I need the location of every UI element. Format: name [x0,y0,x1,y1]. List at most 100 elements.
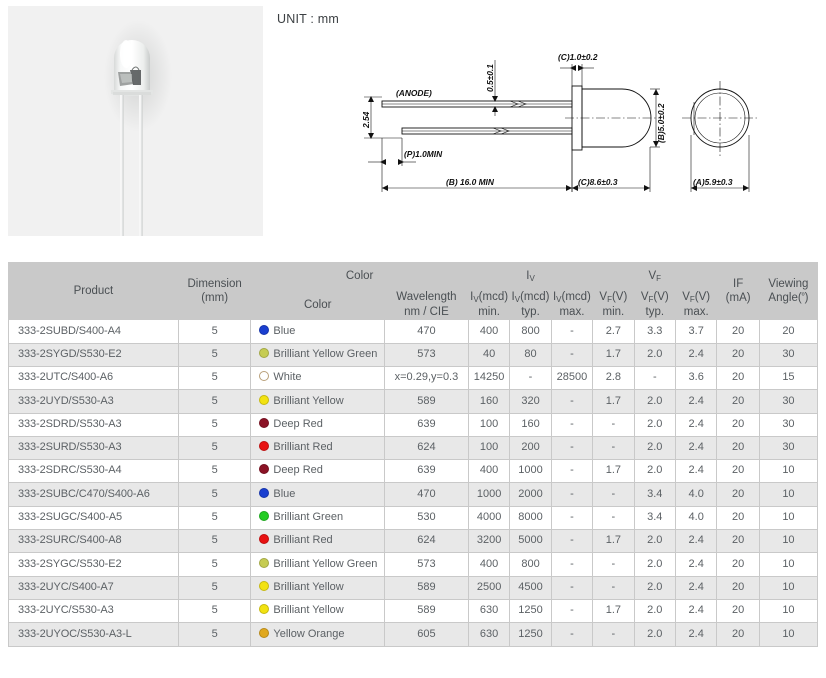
cell-wavelength: 470 [384,320,468,343]
vf-typ-unit: (V) [653,291,668,303]
iv-min-qualifier: min. [478,306,500,318]
cell-vf-max: 4.0 [675,506,716,529]
cell-product: 333-2SDRC/S530-A4 [9,460,179,483]
cell-viewing-angle: 10 [759,576,817,599]
top-section: UNIT : mm [0,0,826,250]
table-row[interactable]: 333-2SUBD/S400-A45Blue470400800-2.73.33.… [9,320,818,343]
cell-iv-max: - [551,460,592,483]
cell-vf-max: 2.4 [675,576,716,599]
cell-iv-min: 3200 [468,530,509,553]
color-label: Brilliant Green [273,511,343,523]
vf-max-qualifier: max. [684,306,709,318]
vf-min-unit: (V) [612,291,627,303]
color-swatch-icon [259,488,269,498]
cell-wavelength: 589 [384,576,468,599]
cell-vf-typ: 2.0 [634,553,675,576]
cell-wavelength: 530 [384,506,468,529]
mechanical-drawing: 2.54 (ANODE) 0.5±0.1 (P)1.0MIN [360,40,826,230]
cell-wavelength: 639 [384,413,468,436]
cell-iv-typ: 800 [510,553,551,576]
dim-lead-thickness: 0.5±0.1 [485,64,495,92]
viewing-label-close: ) [805,292,809,304]
cell-iv-max: - [551,320,592,343]
datasheet-page: UNIT : mm [0,0,826,678]
cell-if: 20 [717,483,759,506]
table-row[interactable]: 333-2UYOC/S530-A3-L5Yellow Orange6056301… [9,623,818,646]
cell-dimension: 5 [178,506,251,529]
cell-vf-min: 2.8 [593,366,634,389]
if-label-line1: IF [733,278,743,290]
cell-iv-min: 100 [468,436,509,459]
table-row[interactable]: 333-2SURC/S400-A85Brilliant Red624320050… [9,530,818,553]
cell-viewing-angle: 15 [759,366,817,389]
vf-typ-qualifier: typ. [646,306,665,318]
table-row[interactable]: 333-2SDRD/S530-A35Deep Red639100160--2.0… [9,413,818,436]
cell-if: 20 [717,413,759,436]
iv-typ-qualifier: typ. [521,306,540,318]
color-swatch-icon [259,348,269,358]
color-swatch-icon [259,441,269,451]
col-vf-typ: VF(V) typ. [634,290,675,320]
cell-vf-typ: - [634,366,675,389]
vf-group-main: V [648,270,656,282]
table-row[interactable]: 333-2UTC/S400-A65Whitex=0.29,y=0.314250-… [9,366,818,389]
table-row[interactable]: 333-2SDRC/S530-A45Deep Red6394001000-1.7… [9,460,818,483]
cell-product: 333-2UTC/S400-A6 [9,366,179,389]
col-color: Color [251,290,385,320]
table-row[interactable]: 333-2SYGD/S530-E25Brilliant Yellow Green… [9,343,818,366]
cell-vf-typ: 2.0 [634,576,675,599]
cell-color: Brilliant Yellow [251,599,385,622]
cell-product: 333-2UYD/S530-A3 [9,390,179,413]
cell-vf-typ: 2.0 [634,623,675,646]
cell-if: 20 [717,530,759,553]
cell-if: 20 [717,576,759,599]
cell-vf-min: - [593,553,634,576]
dim-c-flange: (C)1.0±0.2 [558,52,598,62]
cell-iv-typ: 1250 [510,623,551,646]
cell-iv-max: 28500 [551,366,592,389]
iv-group-sub: V [529,274,534,283]
table-row[interactable]: 333-2SYGC/S530-E25Brilliant Yellow Green… [9,553,818,576]
iv-max-qualifier: max. [559,306,584,318]
table-row[interactable]: 333-2UYC/S530-A35Brilliant Yellow5896301… [9,599,818,622]
cell-vf-min: 1.7 [593,390,634,413]
cell-vf-min: 1.7 [593,460,634,483]
cell-color: Yellow Orange [251,623,385,646]
cell-iv-max: - [551,506,592,529]
cell-iv-typ: 160 [510,413,551,436]
cell-iv-min: 400 [468,320,509,343]
color-label: Brilliant Red [273,441,332,453]
cell-product: 333-2SUGC/S400-A5 [9,506,179,529]
color-label: Blue [273,488,295,500]
cell-vf-typ: 2.0 [634,460,675,483]
color-label: White [273,371,301,383]
cell-vf-min: - [593,623,634,646]
color-label: Yellow Orange [273,628,344,640]
dim-c-body: (C)8.6±0.3 [578,177,618,187]
cell-vf-typ: 2.0 [634,599,675,622]
table-row[interactable]: 333-2SUGC/S400-A55Brilliant Green5304000… [9,506,818,529]
table-row[interactable]: 333-2UYC/S400-A75Brilliant Yellow5892500… [9,576,818,599]
color-swatch-icon [259,558,269,568]
cell-vf-max: 2.4 [675,460,716,483]
table-row[interactable]: 333-2UYD/S530-A35Brilliant Yellow5891603… [9,390,818,413]
cell-if: 20 [717,390,759,413]
col-iv-typ: IV(mcd) typ. [510,290,551,320]
cell-iv-typ: 2000 [510,483,551,506]
cell-iv-max: - [551,599,592,622]
cell-color: Brilliant Yellow [251,576,385,599]
cell-if: 20 [717,460,759,483]
table-row[interactable]: 333-2SUBC/C470/S400-A65Blue47010002000--… [9,483,818,506]
table-row[interactable]: 333-2SURD/S530-A35Brilliant Red624100200… [9,436,818,459]
cell-dimension: 5 [178,320,251,343]
specification-table: Product Dimension (mm) Color IV VF IF (m… [8,262,818,647]
cell-vf-min: - [593,483,634,506]
cell-viewing-angle: 10 [759,483,817,506]
header-row-1: Product Dimension (mm) Color IV VF IF (m… [9,263,818,290]
cell-vf-typ: 2.0 [634,413,675,436]
color-swatch-icon [259,534,269,544]
cell-dimension: 5 [178,483,251,506]
cell-vf-max: 2.4 [675,436,716,459]
table-header: Product Dimension (mm) Color IV VF IF (m… [9,263,818,320]
cell-vf-max: 3.6 [675,366,716,389]
